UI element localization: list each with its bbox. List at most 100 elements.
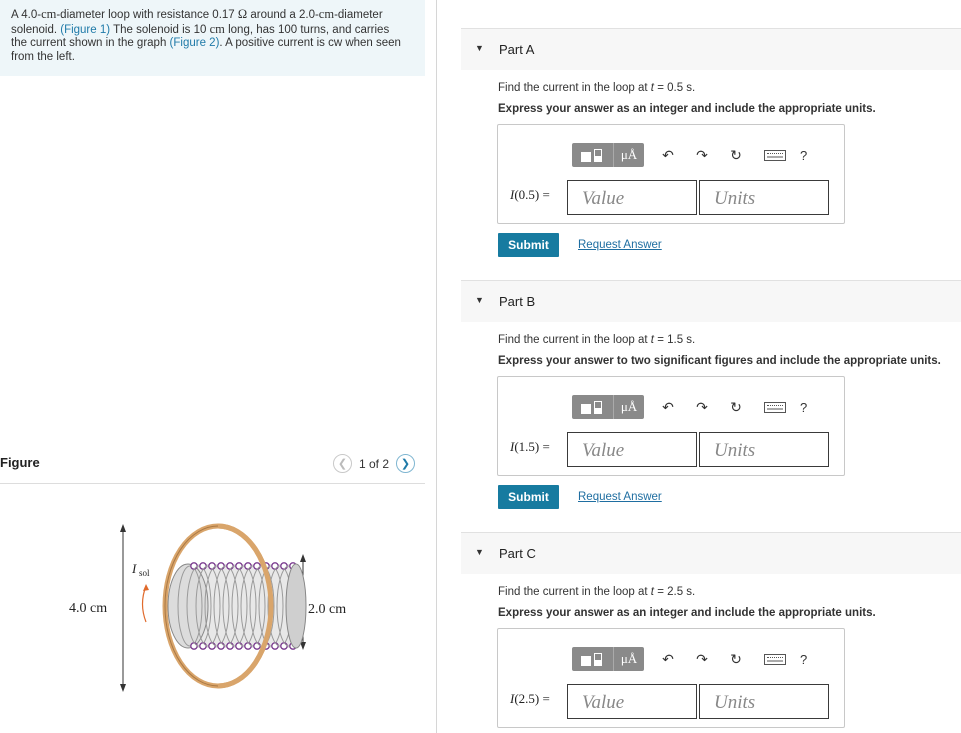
figure-1-link[interactable]: (Figure 1) <box>60 24 110 36</box>
coil-wire-bottom <box>190 642 198 650</box>
math-toolbar: μÅ ↶ ↷ ↻ ? <box>572 647 807 671</box>
part-c-answer-box: μÅ ↶ ↷ ↻ ? I(2.5) = Value Units <box>497 628 845 728</box>
submit-button[interactable]: Submit <box>498 485 559 509</box>
answer-expression: I(1.5) = <box>510 439 550 454</box>
redo-icon[interactable]: ↷ <box>692 395 712 419</box>
solenoid-diameter-label: 2.0 cm <box>308 602 346 617</box>
part-c-instruction: Express your answer as an integer and in… <box>498 607 876 619</box>
units-button[interactable]: μÅ <box>614 647 644 671</box>
units-input[interactable]: Units <box>699 432 829 467</box>
part-a-question: Find the current in the loop at t = 0.5 … <box>498 82 696 94</box>
solenoid-end <box>285 563 307 649</box>
coil-wire-bottom <box>226 642 234 650</box>
chevron-left-icon[interactable]: ❮ <box>333 454 352 473</box>
problem-text: around a 2.0- <box>247 9 319 21</box>
coil-wire-bottom <box>199 642 207 650</box>
current-label: I <box>131 561 137 576</box>
problem-text: from the left. <box>11 50 75 63</box>
units-input[interactable]: Units <box>699 684 829 719</box>
chevron-right-icon[interactable]: ❯ <box>396 454 416 473</box>
coil-wire-top <box>253 562 261 570</box>
coil-wire-top <box>199 562 207 570</box>
problem-unit: cm <box>41 7 57 21</box>
reset-icon[interactable]: ↻ <box>726 647 746 671</box>
reset-icon[interactable]: ↻ <box>726 395 746 419</box>
keyboard-icon[interactable] <box>764 149 786 161</box>
figure-2-link[interactable]: (Figure 2) <box>170 37 220 49</box>
coil-wire-top <box>190 562 198 570</box>
collapse-arrow-icon[interactable]: ▼ <box>475 295 484 305</box>
figure-pager: ❮ 1 of 2 ❯ <box>333 454 416 473</box>
templates-icon[interactable] <box>572 647 614 671</box>
part-a-answer-box: μÅ ↶ ↷ ↻ ? I(0.5) = Value Units <box>497 124 845 224</box>
panel-divider <box>436 0 437 733</box>
help-icon[interactable]: ? <box>800 652 807 667</box>
problem-text: -diameter loop with resistance 0.17 <box>56 9 238 21</box>
units-button[interactable]: μÅ <box>614 143 644 167</box>
part-b-answer-box: μÅ ↶ ↷ ↻ ? I(1.5) = Value Units <box>497 376 845 476</box>
request-answer-link[interactable]: Request Answer <box>578 491 662 503</box>
units-button[interactable]: μÅ <box>614 395 644 419</box>
part-c-question: Find the current in the loop at t = 2.5 … <box>498 586 696 598</box>
problem-unit: cm <box>318 7 335 21</box>
value-input[interactable]: Value <box>567 180 697 215</box>
arrow-head <box>120 524 126 532</box>
current-label-subscript: sol <box>139 568 150 578</box>
problem-text: the current shown in the graph <box>11 37 170 50</box>
keyboard-icon[interactable] <box>764 653 786 665</box>
value-input[interactable]: Value <box>567 684 697 719</box>
arrow-head <box>143 584 149 591</box>
problem-text: long, has 100 turns, and carries <box>224 23 390 36</box>
part-a-instruction: Express your answer as an integer and in… <box>498 103 876 115</box>
coil-wire-top <box>208 562 216 570</box>
help-icon[interactable]: ? <box>800 148 807 163</box>
part-a-header[interactable]: ▼ Part A <box>461 28 961 70</box>
part-c-header[interactable]: ▼ Part C <box>461 532 961 574</box>
solenoid-figure: 4.0 cm 2.0 cm I sol <box>69 523 346 692</box>
problem-text: The solenoid is 10 <box>110 23 210 36</box>
undo-icon[interactable]: ↶ <box>658 647 678 671</box>
figure-title: Figure <box>0 455 40 470</box>
keyboard-icon[interactable] <box>764 401 786 413</box>
problem-text: solenoid. <box>11 23 61 36</box>
problem-unit: Ω <box>237 7 248 21</box>
redo-icon[interactable]: ↷ <box>692 647 712 671</box>
coil-wire-top <box>235 562 243 570</box>
templates-icon[interactable] <box>572 395 614 419</box>
submit-button[interactable]: Submit <box>498 233 559 257</box>
part-b-header[interactable]: ▼ Part B <box>461 280 961 322</box>
arrow-head <box>300 554 306 562</box>
coil-wire-bottom <box>253 642 261 650</box>
part-b-instruction: Express your answer to two significant f… <box>498 355 941 367</box>
coil-wire-bottom <box>235 642 243 650</box>
reset-icon[interactable]: ↻ <box>726 143 746 167</box>
request-answer-link[interactable]: Request Answer <box>578 239 662 251</box>
redo-icon[interactable]: ↷ <box>692 143 712 167</box>
coil-wire-bottom <box>271 642 279 650</box>
problem-statement: A 4.0-cm-diameter loop with resistance 0… <box>0 0 425 76</box>
templates-icon[interactable] <box>572 143 614 167</box>
answer-expression: I(2.5) = <box>510 691 550 706</box>
value-input[interactable]: Value <box>567 432 697 467</box>
undo-icon[interactable]: ↶ <box>658 143 678 167</box>
coil-wire-bottom <box>244 642 252 650</box>
coil-wire-top <box>280 562 288 570</box>
problem-text: A 4.0- <box>11 9 42 21</box>
undo-icon[interactable]: ↶ <box>658 395 678 419</box>
figure-counter: 1 of 2 <box>359 456 390 471</box>
coil-wire-top <box>271 562 279 570</box>
coil-wire-bottom <box>280 642 288 650</box>
arrow-head <box>120 684 126 692</box>
units-input[interactable]: Units <box>699 180 829 215</box>
coil-wire-top <box>226 562 234 570</box>
coil-wire-bottom <box>217 642 225 650</box>
figure-header: Figure ❮ 1 of 2 ❯ <box>0 452 425 482</box>
help-icon[interactable]: ? <box>800 400 807 415</box>
part-title: Part B <box>499 294 536 309</box>
problem-unit: cm <box>209 21 225 36</box>
collapse-arrow-icon[interactable]: ▼ <box>475 547 484 557</box>
figure-divider <box>0 483 425 484</box>
math-toolbar: μÅ ↶ ↷ ↻ ? <box>572 395 807 419</box>
part-title: Part C <box>499 546 536 561</box>
collapse-arrow-icon[interactable]: ▼ <box>475 43 484 53</box>
